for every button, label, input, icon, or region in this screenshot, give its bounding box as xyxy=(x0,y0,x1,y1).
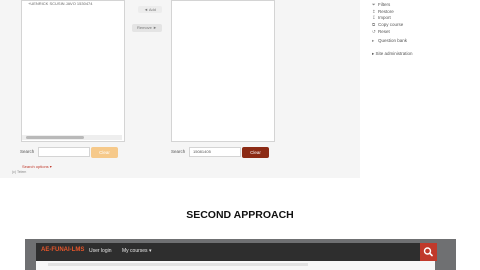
enrolled-user-option[interactable]: +UENRICK SCUSIN JAVO 1530474 xyxy=(28,1,93,6)
nav-user-login[interactable]: User login xyxy=(89,248,112,254)
enrolled-users-list[interactable]: +UENRICK SCUSIN JAVO 1530474 xyxy=(21,0,125,142)
breadcrumb xyxy=(48,263,308,266)
menu-item-copy-course[interactable]: ⧉ Copy course xyxy=(372,22,403,27)
menu-item-filters[interactable]: ⏷ Filters xyxy=(372,2,390,7)
search-label-left: Search xyxy=(20,149,35,154)
nav-my-courses[interactable]: My courses ▾ xyxy=(122,248,151,254)
clear-button-right[interactable]: Clear xyxy=(242,147,269,158)
menu-item-import[interactable]: ↧ Import xyxy=(372,15,391,21)
page-content-strip xyxy=(36,261,435,270)
menu-item-question-bank[interactable]: ▸ Question bank xyxy=(372,38,407,44)
search-input-right[interactable]: 15081405 xyxy=(189,147,241,157)
navbar-search-button[interactable] xyxy=(420,243,437,261)
section-heading: SECOND APPROACH xyxy=(186,209,294,221)
potential-users-list[interactable] xyxy=(171,0,275,142)
clear-button-left[interactable]: Clear xyxy=(91,147,118,158)
search-options-link[interactable]: Search options ▾ xyxy=(22,164,52,169)
add-button[interactable]: ◄ Add xyxy=(138,6,162,13)
top-navbar: AE-FUNAI-LMS User login My courses ▾ xyxy=(36,243,435,261)
search-label-right: Search xyxy=(171,149,186,154)
search-icon xyxy=(423,247,433,257)
menu-item-reset[interactable]: ↺ Reset xyxy=(372,29,390,35)
remove-button[interactable]: Remove ► xyxy=(132,24,162,32)
search-input-left[interactable] xyxy=(38,147,90,157)
footer-note: (c) Telem xyxy=(12,170,27,174)
menu-item-site-administration[interactable]: ▸ Site administration xyxy=(372,51,413,57)
horizontal-scrollbar[interactable] xyxy=(22,135,122,140)
site-brand[interactable]: AE-FUNAI-LMS xyxy=(41,247,84,253)
scrollbar-thumb[interactable] xyxy=(26,136,84,139)
